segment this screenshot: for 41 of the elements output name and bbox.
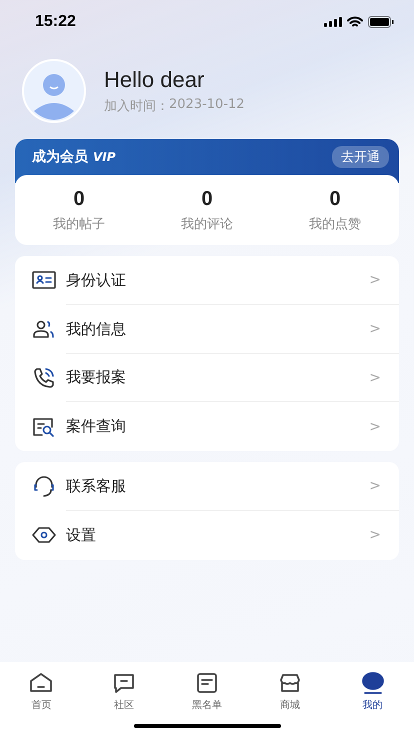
stat-value: 0 [201,188,213,210]
stat-label[interactable]: 我的评论 [181,214,233,232]
document-icon [194,671,219,695]
chevron: > [369,418,381,435]
menu-item[interactable]: 设置 [66,526,96,545]
wifi-icon [347,16,363,28]
vip-label: VIP [93,150,116,164]
avatar[interactable] [22,59,86,123]
stat-value: 0 [329,188,341,210]
joined-label: 加入时间： [104,98,169,115]
signal-icon [324,17,342,27]
joined-date: 2023-10-12 [169,97,245,114]
menu-item[interactable]: 我的信息 [66,320,126,339]
menu-item[interactable]: 案件查询 [66,417,126,436]
chevron: > [369,527,381,544]
status-time: 15:22 [35,13,76,31]
profile-icon [360,671,385,695]
tab[interactable]: 黑名单 [166,662,248,712]
user-name: Hello dear [104,67,206,93]
menu-item[interactable]: 联系客服 [66,476,126,496]
tab[interactable]: 商城 [248,662,332,712]
tab[interactable]: 社区 [82,662,166,712]
chevron: > [369,272,381,288]
chevron: > [369,321,381,338]
tab[interactable]: 首页 [0,662,83,712]
chevron: > [369,370,381,386]
battery-icon [368,16,394,28]
activate-button[interactable]: 去开通 [332,146,389,168]
tab[interactable]: 我的 [331,662,414,712]
stat-label[interactable]: 我的点赞 [309,214,361,232]
phone-icon [32,366,56,390]
shop-icon [278,671,302,695]
membership-title: 成为会员 [32,148,88,166]
chat-icon [112,671,136,695]
home-icon [29,671,54,695]
chevron: > [369,478,381,494]
menu-item[interactable]: 身份认证 [66,270,126,290]
menu-item[interactable]: 我要报案 [66,368,126,388]
headset-icon [32,474,56,498]
stat-value: 0 [73,188,85,210]
stat-label[interactable]: 我的帖子 [53,214,105,232]
